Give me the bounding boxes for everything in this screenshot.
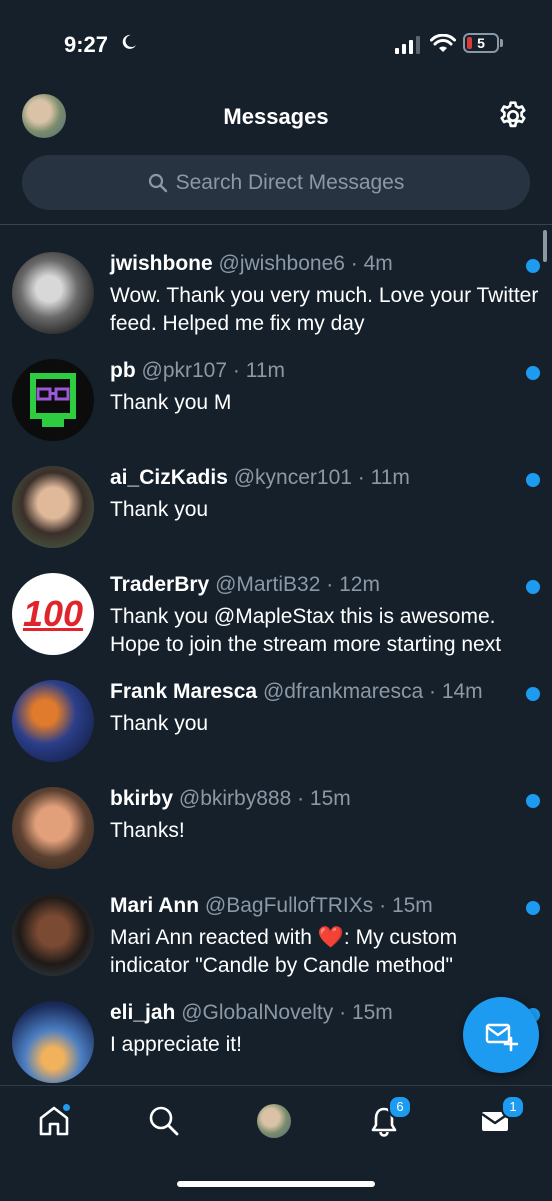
battery-icon: 5 [463, 33, 499, 53]
unread-dot [526, 366, 540, 380]
message-preview: Thanks! [110, 819, 185, 842]
conversation-item[interactable]: 100 TraderBry @MartiB32 · 12m Thank you … [0, 551, 552, 658]
scrollbar[interactable] [543, 230, 547, 262]
conversation-item[interactable]: Frank Maresca @dfrankmaresca · 14m Thank… [0, 658, 552, 765]
avatar[interactable] [12, 252, 94, 334]
message-time: 11m [370, 466, 410, 489]
message-preview: Thank you [110, 498, 209, 521]
divider [0, 224, 552, 225]
gear-icon[interactable] [497, 100, 529, 132]
search-input[interactable]: Search Direct Messages [22, 155, 530, 210]
sender-name: pb [110, 359, 136, 382]
search-icon [148, 173, 167, 192]
message-preview: Thank you M [110, 391, 232, 414]
sender-name: bkirby [110, 787, 174, 810]
status-bar: 9:27 5 [0, 0, 552, 80]
sender-handle: @jwishbone6 [218, 252, 345, 275]
unread-dot [526, 794, 540, 808]
message-time: 15m [309, 787, 351, 810]
page-title: Messages [223, 104, 329, 129]
message-time: 12m [339, 573, 380, 596]
message-preview: Mari Ann reacted with ❤️: My custom indi… [110, 926, 458, 977]
sender-name: jwishbone [110, 252, 213, 275]
sender-handle: @dfrankmaresca [262, 680, 424, 703]
sender-name: eli_jah [110, 1001, 176, 1024]
sender-name: Mari Ann [110, 894, 200, 917]
avatar[interactable] [12, 466, 94, 548]
wifi-icon [430, 34, 456, 52]
message-time: 15m [351, 1001, 393, 1024]
compose-message-icon [485, 1023, 518, 1052]
signal-icon [395, 36, 420, 54]
conversation-item[interactable]: pb @pkr107 · 11m Thank you M [0, 337, 552, 444]
messages-badge: 1 [501, 1095, 525, 1119]
avatar[interactable]: 100 [12, 573, 94, 655]
avatar[interactable] [12, 1001, 94, 1083]
unread-dot [526, 473, 540, 487]
message-time: 11m [245, 359, 285, 382]
sender-handle: @GlobalNovelty [181, 1001, 334, 1024]
tab-notifications[interactable]: 6 [366, 1095, 412, 1139]
conversation-item[interactable]: Mari Ann @BagFullofTRIXs · 15m Mari Ann … [0, 872, 552, 979]
message-preview: Thank you [110, 712, 209, 735]
tab-messages[interactable]: 1 [477, 1095, 525, 1139]
message-preview: Wow. Thank you very much. Love your Twit… [110, 284, 539, 335]
pixel-robot-icon [30, 373, 76, 427]
sender-handle: @BagFullofTRIXs [204, 894, 374, 917]
unread-dot [526, 901, 540, 915]
hundred-emoji: 100 [22, 593, 84, 634]
unread-dot [526, 580, 540, 594]
header: Messages [0, 90, 552, 144]
tab-explore[interactable] [146, 1103, 182, 1139]
sender-name: TraderBry [110, 573, 210, 596]
avatar[interactable] [12, 359, 94, 441]
unread-dot [526, 687, 540, 701]
sender-name: Frank Maresca [110, 680, 258, 703]
message-time: 15m [391, 894, 433, 917]
avatar[interactable] [12, 680, 94, 762]
unread-dot [526, 259, 540, 273]
message-time: 14m [441, 680, 483, 703]
search-icon [149, 1106, 179, 1136]
sender-handle: @bkirby888 [178, 787, 292, 810]
moon-icon [122, 34, 136, 49]
avatar[interactable] [12, 894, 94, 976]
notifications-badge: 6 [388, 1095, 412, 1119]
conversation-item[interactable]: ai_CizKadis @kyncer101 · 11m Thank you [0, 444, 552, 551]
new-message-button[interactable] [463, 997, 539, 1073]
tab-home[interactable] [36, 1103, 72, 1139]
conversation-item[interactable]: bkirby @bkirby888 · 15m Thanks! [0, 765, 552, 872]
battery-level: 5 [477, 35, 485, 51]
message-preview: Thank you @MapleStax this is awesome. Ho… [110, 605, 502, 656]
avatar[interactable] [12, 787, 94, 869]
avatar [257, 1104, 291, 1138]
status-time: 9:27 [64, 32, 109, 57]
tab-spaces[interactable] [256, 1103, 292, 1139]
home-activity-dot [63, 1104, 70, 1111]
sender-handle: @pkr107 [141, 359, 228, 382]
message-time: 4m [363, 252, 393, 275]
search-placeholder: Search Direct Messages [175, 170, 405, 194]
conversation-list[interactable]: jwishbone @jwishbone6 · 4m Wow. Thank yo… [0, 230, 552, 1085]
home-indicator [177, 1181, 375, 1187]
sender-handle: @MartiB32 [215, 573, 321, 596]
conversation-item[interactable]: jwishbone @jwishbone6 · 4m Wow. Thank yo… [0, 230, 552, 337]
sender-handle: @kyncer101 [233, 466, 352, 489]
sender-name: ai_CizKadis [110, 466, 228, 489]
